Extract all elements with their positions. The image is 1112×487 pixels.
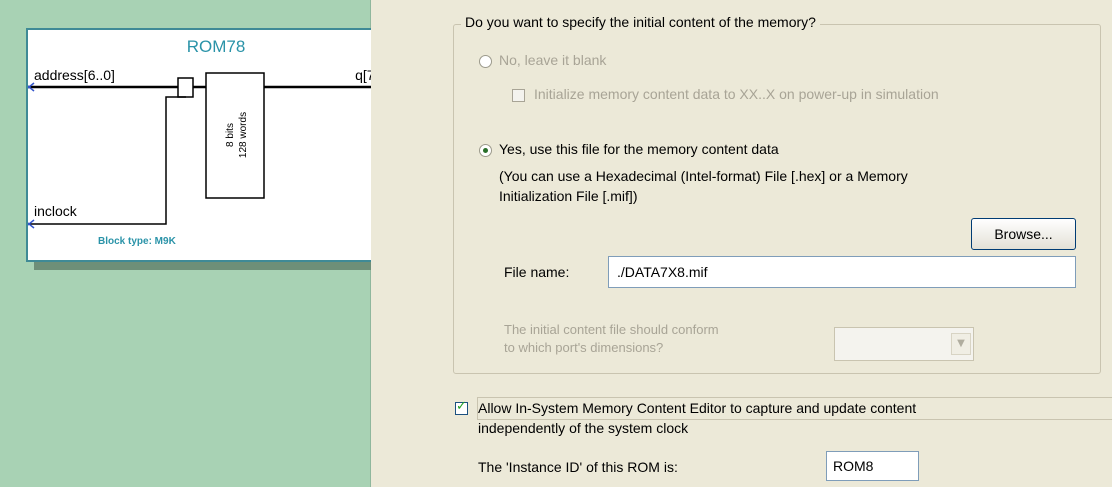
option-blank-radio[interactable] bbox=[479, 55, 492, 68]
init-xx-checkbox[interactable] bbox=[512, 89, 525, 102]
conform-label-line1: The initial content file should conform bbox=[504, 322, 719, 337]
init-xx-label: Initialize memory content data to XX..X … bbox=[534, 86, 939, 102]
allow-in-system-checkbox[interactable] bbox=[455, 399, 468, 415]
rom-symbol: ROM78 address[6..0] 8 bits 128 words q[7… bbox=[26, 28, 402, 262]
allow-in-system-label-line2: independently of the system clock bbox=[478, 420, 689, 436]
option-file-label: Yes, use this file for the memory conten… bbox=[499, 141, 779, 157]
option-file-radio[interactable] bbox=[479, 144, 492, 157]
browse-button[interactable]: Browse... bbox=[971, 218, 1076, 250]
address-register bbox=[177, 77, 194, 98]
symbol-preview-pane: ROM78 address[6..0] 8 bits 128 words q[7… bbox=[0, 0, 408, 487]
instance-id-label: The 'Instance ID' of this ROM is: bbox=[478, 459, 678, 475]
instance-id-input[interactable] bbox=[826, 451, 919, 481]
port-clock-label: inclock bbox=[34, 203, 78, 219]
conform-label-line2: to which port's dimensions? bbox=[504, 340, 664, 355]
rom-symbol-graphic: ROM78 address[6..0] 8 bits 128 words q[7… bbox=[28, 37, 402, 247]
file-hint-line1: (You can use a Hexadecimal (Intel-format… bbox=[499, 168, 908, 184]
allow-in-system-label-line1: Allow In-System Memory Content Editor to… bbox=[478, 400, 917, 416]
port-dimensions-select[interactable]: ▼ bbox=[834, 327, 974, 361]
block-type-label: Block type: M9K bbox=[98, 236, 177, 247]
file-hint-line2: Initialization File [.mif]) bbox=[499, 188, 638, 204]
chevron-down-icon: ▼ bbox=[951, 333, 971, 355]
memory-content-legend: Do you want to specify the initial conte… bbox=[461, 14, 820, 30]
width-label: 8 bits bbox=[225, 123, 236, 147]
wizard-options-pane: Do you want to specify the initial conte… bbox=[371, 0, 1112, 487]
file-name-label: File name: bbox=[504, 264, 570, 280]
file-name-input[interactable] bbox=[608, 256, 1076, 288]
symbol-title: ROM78 bbox=[187, 37, 246, 56]
option-blank-label: No, leave it blank bbox=[499, 52, 607, 68]
depth-label: 128 words bbox=[238, 112, 249, 158]
port-address-label: address[6..0] bbox=[34, 67, 115, 83]
